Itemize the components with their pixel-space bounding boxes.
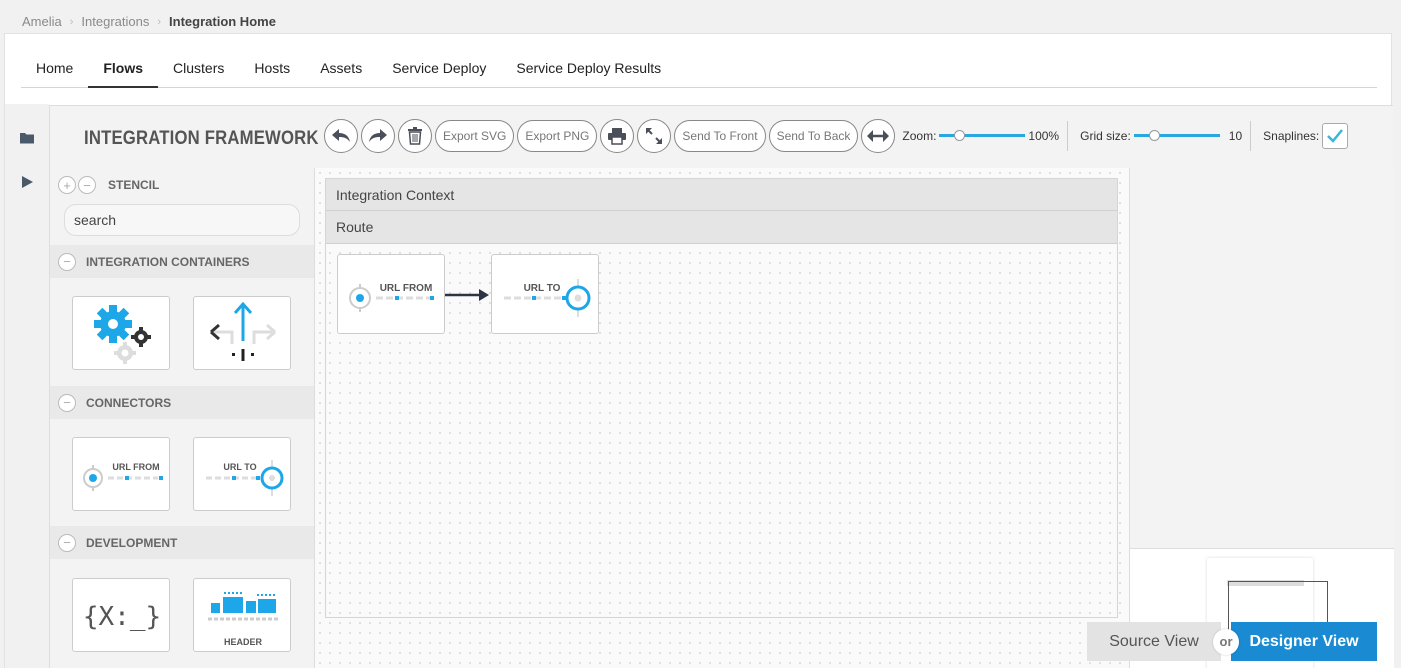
url-from-label: URL FROM [112,462,159,472]
tab-hosts[interactable]: Hosts [239,54,305,88]
properties-panel [1130,168,1394,548]
breadcrumb-item-amelia[interactable]: Amelia [22,14,62,29]
url-to-icon: URL TO [206,460,284,496]
fit-to-window-button[interactable] [637,119,672,153]
stencil-header: + − STENCIL [58,176,159,194]
folder-icon[interactable] [19,130,35,146]
collapse-group-icon: − [58,393,76,412]
export-png-button[interactable]: Export PNG [517,120,598,152]
group-integration-containers[interactable]: − INTEGRATION CONTAINERS [50,245,314,278]
node-url-to[interactable]: URL TO [491,254,599,334]
delete-button[interactable] [398,119,432,153]
tab-service-deploy[interactable]: Service Deploy [377,54,501,88]
grid-slider-track [1133,134,1220,137]
app-title: INTEGRATION FRAMEWORK [84,128,319,149]
collapse-group-icon: − [58,252,76,271]
printer-icon [608,128,627,145]
designer-view-button[interactable]: Designer View [1231,622,1377,661]
undo-icon [332,129,350,142]
stencil-title: STENCIL [108,178,160,192]
header-icon: HEADER [208,592,278,647]
expression-label: {X:_} [83,602,161,632]
tab-service-deploy-results[interactable]: Service Deploy Results [501,54,676,88]
fit-width-icon [867,130,890,142]
breadcrumb-separator: › [69,15,74,28]
collapse-all-button[interactable]: − [78,176,96,194]
grid-size-value: 10 [1228,129,1243,143]
stencil-panel: + − STENCIL − INTEGRATION CONTAINERS [50,168,314,668]
header-label: HEADER [224,637,263,647]
route-header: Route [326,211,1117,244]
tab-home[interactable]: Home [21,54,88,88]
breadcrumb-current: Integration Home [169,14,276,29]
stencil-item-expression[interactable]: {X:_} [72,578,170,652]
breadcrumb-item-integrations[interactable]: Integrations [81,14,149,29]
url-to-icon: URL TO [504,279,591,317]
tab-bar: Home Flows Clusters Hosts Assets Service… [21,54,1377,88]
gears-icon [94,305,151,364]
source-view-button[interactable]: Source View [1087,622,1221,661]
export-svg-button[interactable]: Export SVG [435,120,515,152]
route-arrows-icon [210,301,276,361]
or-badge: or [1213,628,1239,655]
integration-context-header: Integration Context [326,179,1117,211]
expand-all-button[interactable]: + [58,176,76,194]
stencil-item-integration-context[interactable] [72,296,170,370]
redo-button[interactable] [361,119,395,153]
tab-clusters[interactable]: Clusters [158,54,239,88]
fit-width-button[interactable] [861,119,896,153]
node-label: URL FROM [380,283,433,294]
group-title: DEVELOPMENT [86,535,178,550]
redo-icon [369,129,387,142]
designer-panel: INTEGRATION FRAMEWORK Export SVG Export … [49,105,1394,668]
zoom-value: 100% [1028,129,1060,143]
left-rail [5,104,49,668]
zoom-slider-track [939,134,1026,137]
send-to-front-button[interactable]: Send To Front [674,120,766,152]
url-from-icon: URL FROM [83,462,163,491]
main-card: Home Flows Clusters Hosts Assets Service… [4,33,1394,668]
flow-canvas[interactable]: Integration Context Route URL FROM URL T… [314,168,1130,668]
grid-size-slider[interactable] [1133,128,1220,144]
stencil-item-route[interactable] [193,296,291,370]
send-to-back-button[interactable]: Send To Back [768,120,859,152]
group-title: CONNECTORS [86,395,172,410]
snaplines-label: Snaplines: [1263,129,1320,143]
toolbar-divider [1250,121,1252,151]
collapse-group-icon: − [58,533,76,552]
play-icon[interactable] [19,174,35,190]
stencil-item-header[interactable]: HEADER [193,578,291,652]
stencil-item-url-to[interactable]: URL TO [193,437,291,511]
group-connectors[interactable]: − CONNECTORS [50,386,314,419]
tab-assets[interactable]: Assets [305,54,377,88]
grid-size-label: Grid size: [1080,129,1131,143]
zoom-slider[interactable] [939,128,1026,144]
breadcrumb: Amelia › Integrations › Integration Home [22,14,276,29]
toolbar-divider [1067,121,1069,151]
undo-button[interactable] [324,119,358,153]
snaplines-checkbox[interactable] [1322,123,1349,149]
url-to-label: URL TO [223,462,256,472]
node-label: URL TO [524,283,561,294]
connection-arrow[interactable] [445,288,491,302]
tab-flows[interactable]: Flows [88,54,159,88]
toolbar: Export SVG Export PNG Send To Front Send… [324,118,1349,154]
grid-slider-thumb[interactable] [1148,130,1160,141]
checkmark-icon [1327,129,1344,143]
stencil-search-input[interactable] [64,204,300,236]
node-url-from[interactable]: URL FROM [337,254,445,334]
breadcrumb-separator: › [157,15,162,28]
zoom-slider-thumb[interactable] [954,130,966,141]
fit-to-window-icon [646,128,663,144]
view-toggle: Source View or Designer View [1087,622,1377,661]
expression-icon: {X:_} [83,602,161,632]
trash-icon [408,127,422,145]
group-title: INTEGRATION CONTAINERS [86,254,250,269]
group-development[interactable]: − DEVELOPMENT [50,526,314,559]
url-from-icon: URL FROM [349,283,434,312]
zoom-label: Zoom: [902,129,937,143]
stencil-item-url-from[interactable]: URL FROM [72,437,170,511]
integration-context-container[interactable]: Integration Context Route [325,178,1118,618]
print-button[interactable] [600,119,635,153]
